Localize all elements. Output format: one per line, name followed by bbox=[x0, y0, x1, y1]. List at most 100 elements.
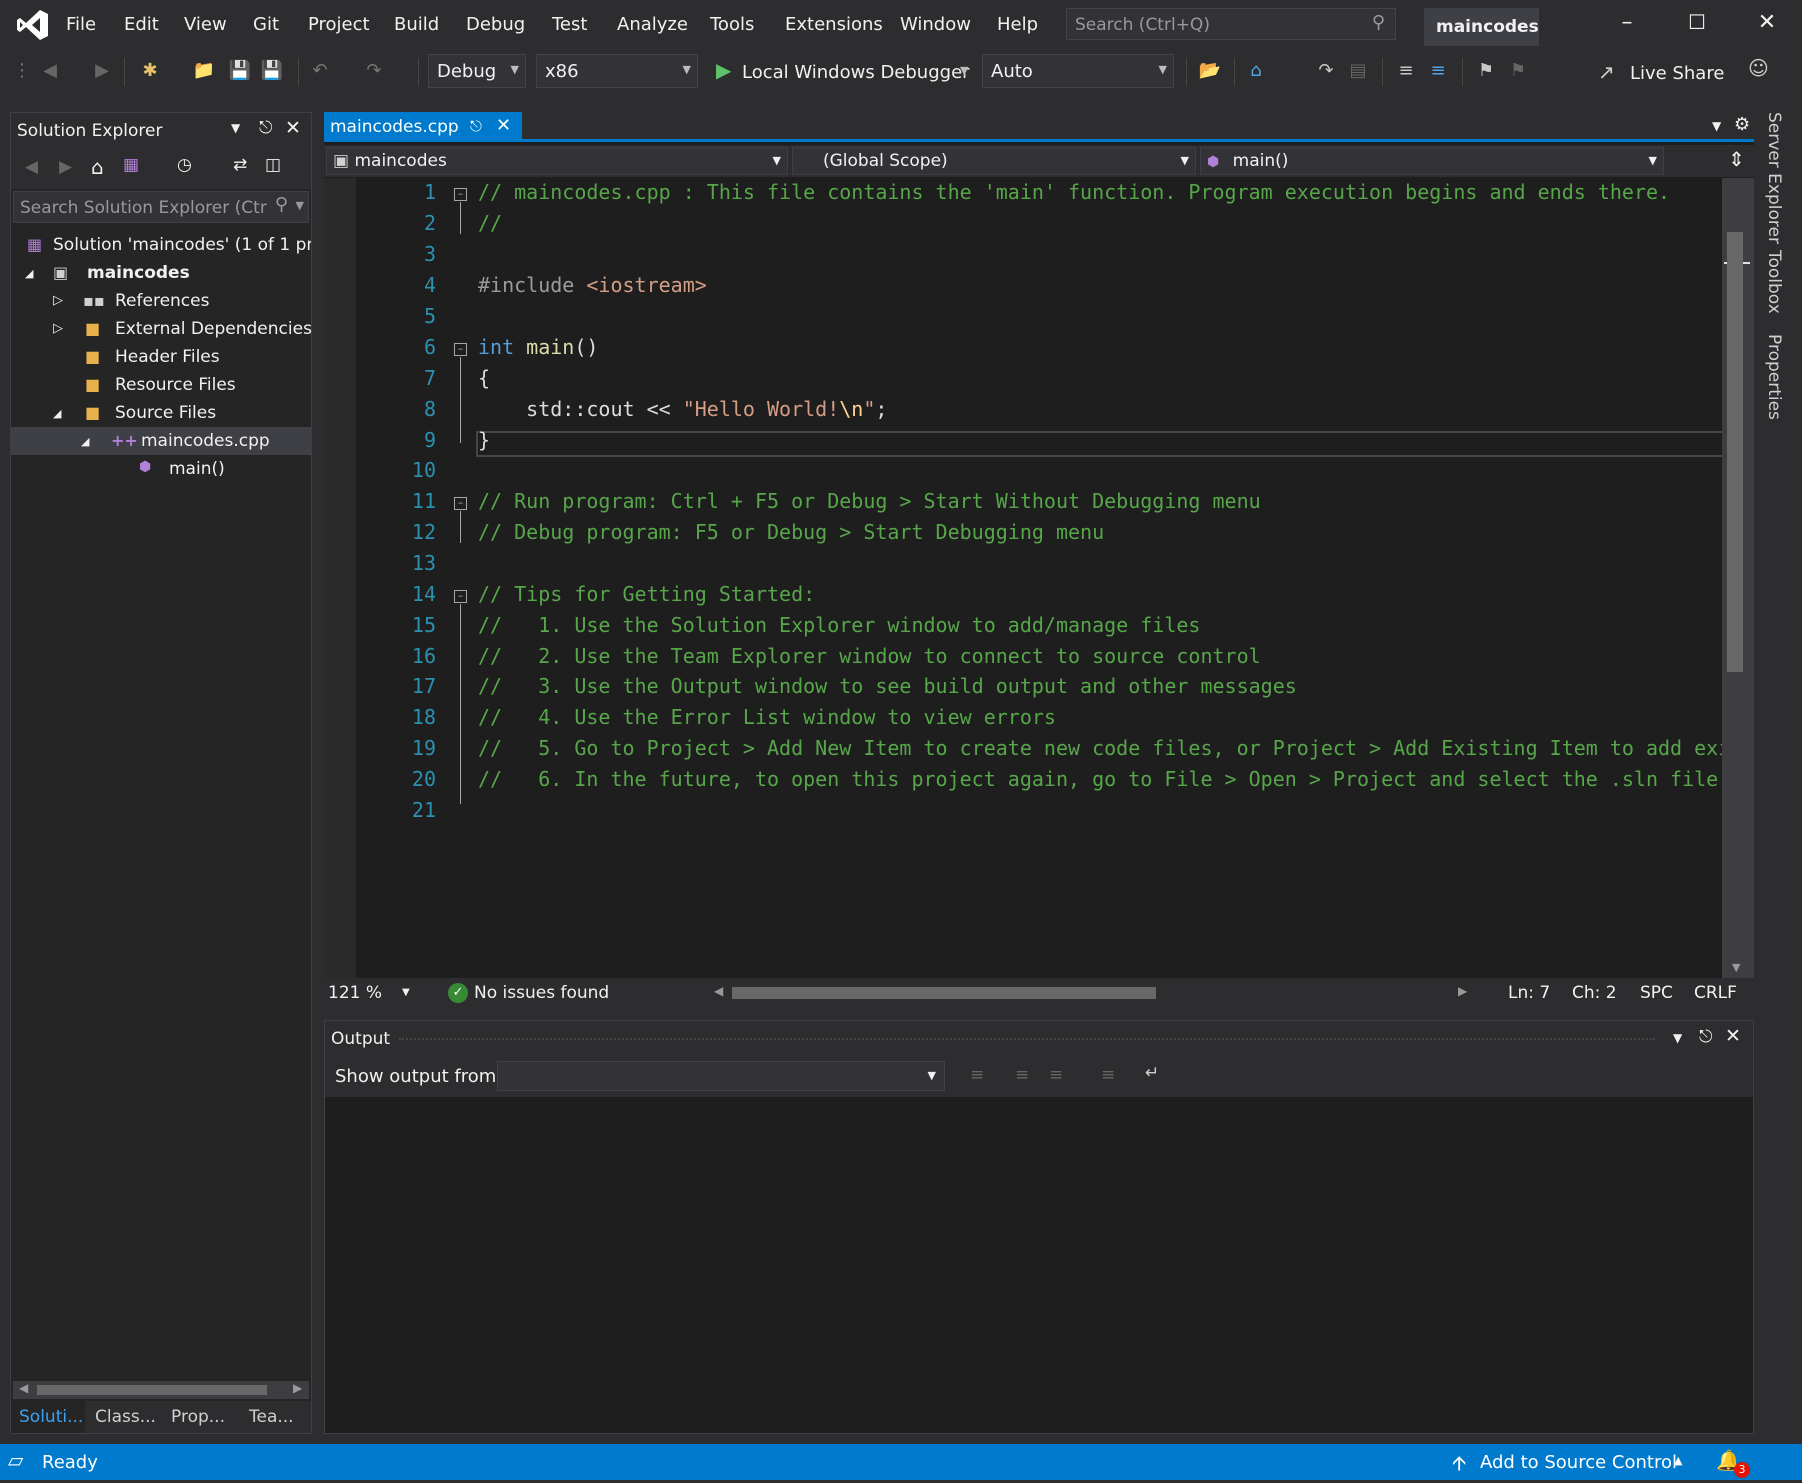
chevron-down-icon[interactable]: ▼ bbox=[296, 199, 304, 212]
menu-test[interactable]: Test bbox=[552, 14, 587, 35]
tree-item-project[interactable]: ◢ ▣ maincodes bbox=[11, 259, 311, 287]
tab-team-explorer[interactable]: Tea... bbox=[249, 1407, 294, 1427]
menu-edit[interactable]: Edit bbox=[124, 14, 159, 35]
split-editor-icon[interactable]: ⇕ bbox=[1728, 147, 1745, 171]
scroll-right-icon[interactable]: ▶ bbox=[293, 1381, 302, 1395]
undo-icon[interactable]: ↶ bbox=[308, 60, 332, 84]
chevron-down-icon[interactable]: ▼ bbox=[1673, 1031, 1682, 1045]
chevron-down-icon[interactable]: ▼ bbox=[402, 987, 410, 998]
find-message-icon[interactable]: ≡ bbox=[970, 1065, 984, 1085]
minimize-button[interactable]: – bbox=[1612, 10, 1642, 40]
collapse-all-icon[interactable]: ◫ bbox=[265, 155, 281, 175]
collapse-icon[interactable]: – bbox=[454, 590, 467, 603]
output-source-dropdown[interactable]: ▼ bbox=[497, 1061, 945, 1091]
switch-views-icon[interactable]: ▦ bbox=[123, 155, 139, 175]
menu-file[interactable]: File bbox=[66, 14, 96, 35]
forward-icon[interactable]: ▶ bbox=[90, 60, 114, 84]
side-tab-toolbox[interactable]: Toolbox bbox=[1764, 250, 1784, 314]
line-ending[interactable]: CRLF bbox=[1694, 983, 1737, 1003]
step-icon[interactable]: ↷ bbox=[1314, 60, 1338, 84]
menu-help[interactable]: Help bbox=[997, 14, 1038, 35]
bookmark-nav-icon[interactable]: ⚑ bbox=[1506, 60, 1530, 84]
comment-icon[interactable]: ≡ bbox=[1394, 60, 1418, 84]
collapsed-arrow-icon[interactable]: ▷ bbox=[53, 293, 63, 308]
debugger-dropdown-icon[interactable]: ▼ bbox=[960, 64, 968, 77]
pin-icon[interactable]: ⎋ bbox=[259, 118, 272, 138]
collapse-icon[interactable]: – bbox=[454, 188, 467, 201]
menu-analyze[interactable]: Analyze bbox=[617, 14, 688, 35]
horizontal-scroll-thumb[interactable] bbox=[732, 987, 1156, 999]
vertical-scroll-thumb[interactable] bbox=[1727, 232, 1743, 672]
scroll-left-icon[interactable]: ◀ bbox=[19, 1381, 28, 1395]
bookmark-icon[interactable]: ⚑ bbox=[1474, 60, 1498, 84]
tree-item-solution[interactable]: ▦ Solution 'maincodes' (1 of 1 project) bbox=[11, 231, 311, 259]
platform-dropdown[interactable]: x86 ▼ bbox=[536, 54, 698, 88]
gear-icon[interactable]: ⚙ bbox=[1734, 114, 1750, 135]
forward-icon[interactable]: ▶ bbox=[59, 157, 72, 177]
clear-all-icon[interactable]: ≡ bbox=[1101, 1065, 1115, 1085]
menu-git[interactable]: Git bbox=[253, 14, 279, 35]
expanded-arrow-icon[interactable]: ◢ bbox=[25, 267, 33, 280]
tree-item-resource-files[interactable]: ■ Resource Files bbox=[11, 371, 311, 399]
tree-item-references[interactable]: ▷ ▪▪ References bbox=[11, 287, 311, 315]
solution-search-input[interactable]: Search Solution Explorer (Ctrl+;) ⚲ ▼ bbox=[13, 191, 309, 223]
uncomment-icon[interactable]: ≡ bbox=[1426, 60, 1450, 84]
close-icon[interactable]: ✕ bbox=[1725, 1025, 1741, 1047]
tab-solution-explorer[interactable]: Soluti... bbox=[19, 1407, 83, 1427]
collapse-icon[interactable]: – bbox=[454, 343, 467, 356]
expanded-arrow-icon[interactable]: ◢ bbox=[53, 407, 61, 420]
start-debugging-button[interactable]: Local Windows Debugger bbox=[742, 62, 970, 83]
scroll-down-icon[interactable]: ▼ bbox=[1732, 961, 1740, 974]
tree-item-main-function[interactable]: ⬢ main() bbox=[11, 455, 311, 483]
pin-icon[interactable]: ⎋ bbox=[470, 117, 482, 135]
start-debugging-icon[interactable]: ▶ bbox=[716, 58, 731, 82]
pin-icon[interactable]: ⎋ bbox=[1699, 1027, 1712, 1047]
project-dropdown[interactable]: ▣ maincodes ▼ bbox=[326, 147, 788, 175]
scroll-right-icon[interactable]: ▶ bbox=[1458, 984, 1467, 998]
scope-dropdown[interactable]: (Global Scope) ▼ bbox=[792, 147, 1196, 175]
chevron-down-icon[interactable]: ▼ bbox=[231, 121, 240, 135]
folder-search-icon[interactable]: 📂 bbox=[1198, 60, 1222, 84]
zoom-level[interactable]: 121 % bbox=[328, 983, 382, 1003]
output-window-icon[interactable]: ▱ bbox=[8, 1448, 23, 1472]
format-icon[interactable]: ▤ bbox=[1346, 60, 1370, 84]
save-all-icon[interactable]: 💾 bbox=[260, 60, 284, 84]
browser-icon[interactable]: ⌂ bbox=[1244, 60, 1268, 84]
tree-item-header-files[interactable]: ■ Header Files bbox=[11, 343, 311, 371]
code-area[interactable]: 1 2 3 4 5 6 7 8 9 10 11 12 13 14 15 16 1… bbox=[356, 178, 1722, 978]
previous-message-icon[interactable]: ≡ bbox=[1015, 1065, 1029, 1085]
menu-build[interactable]: Build bbox=[394, 14, 439, 35]
collapsed-arrow-icon[interactable]: ▷ bbox=[53, 321, 63, 336]
expanded-arrow-icon[interactable]: ◢ bbox=[81, 435, 89, 448]
tree-item-source-files[interactable]: ◢ ■ Source Files bbox=[11, 399, 311, 427]
close-button[interactable]: ✕ bbox=[1752, 10, 1782, 40]
save-icon[interactable]: 💾 bbox=[228, 60, 252, 84]
open-folder-icon[interactable]: 📁 bbox=[192, 60, 216, 84]
menu-view[interactable]: View bbox=[184, 14, 227, 35]
menu-window[interactable]: Window bbox=[900, 14, 971, 35]
menu-project[interactable]: Project bbox=[308, 14, 370, 35]
history-icon[interactable]: ◷ bbox=[177, 155, 192, 175]
side-tab-server-explorer[interactable]: Server Explorer bbox=[1764, 112, 1784, 244]
menu-extensions[interactable]: Extensions bbox=[785, 14, 883, 35]
sync-icon[interactable]: ⇄ bbox=[233, 155, 247, 175]
search-input[interactable]: Search (Ctrl+Q) ⚲ bbox=[1066, 8, 1396, 40]
back-icon[interactable]: ◀ bbox=[38, 60, 62, 84]
output-text-area[interactable] bbox=[325, 1097, 1753, 1433]
tab-maincodes-cpp[interactable]: maincodes.cpp ⎋ ✕ bbox=[324, 112, 522, 142]
add-to-source-control-button[interactable]: Add to Source Control bbox=[1480, 1452, 1677, 1473]
scroll-thumb[interactable] bbox=[37, 1385, 267, 1395]
collapse-icon[interactable]: – bbox=[454, 497, 467, 510]
redo-icon[interactable]: ↷ bbox=[362, 60, 386, 84]
chevron-down-icon[interactable]: ▼ bbox=[1712, 119, 1721, 133]
live-share-button[interactable]: Live Share bbox=[1630, 63, 1724, 84]
issues-status[interactable]: No issues found bbox=[474, 983, 609, 1003]
tree-item-external-dependencies[interactable]: ▷ ■ External Dependencies bbox=[11, 315, 311, 343]
close-icon[interactable]: ✕ bbox=[285, 117, 301, 139]
maximize-button[interactable]: ☐ bbox=[1682, 10, 1712, 40]
menu-tools[interactable]: Tools bbox=[710, 14, 754, 35]
member-dropdown[interactable]: ⬢ main() ▼ bbox=[1200, 147, 1664, 175]
whitespace-mode[interactable]: SPC bbox=[1640, 983, 1673, 1003]
tab-class-view[interactable]: Class... bbox=[95, 1407, 156, 1427]
word-wrap-icon[interactable]: ↵ bbox=[1145, 1063, 1159, 1083]
